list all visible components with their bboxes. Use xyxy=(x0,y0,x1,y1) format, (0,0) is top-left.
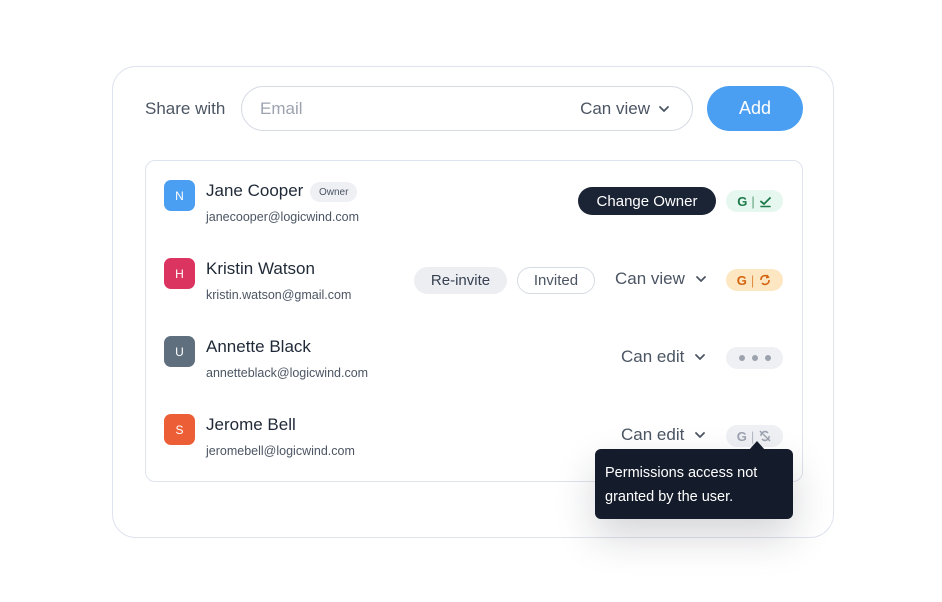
user-name: Jerome Bell xyxy=(206,415,296,434)
chevron-down-icon xyxy=(659,106,669,112)
permission-label: Can edit xyxy=(621,425,685,444)
tooltip-line: granted by the user. xyxy=(605,489,734,505)
email-input[interactable] xyxy=(260,98,540,120)
permission-dropdown[interactable]: Can edit xyxy=(621,347,706,367)
more-dots-icon xyxy=(764,355,771,361)
user-name: Kristin Watson xyxy=(206,259,315,278)
chevron-down-icon xyxy=(695,354,706,360)
avatar: N xyxy=(164,180,195,211)
add-button[interactable]: Add xyxy=(707,86,803,131)
user-email: jeromebell@logicwind.com xyxy=(206,444,355,458)
chevron-down-icon xyxy=(695,432,706,438)
list-item: N Jane Cooper Owner janecooper@logicwind… xyxy=(146,180,802,240)
permission-label: Can edit xyxy=(621,347,685,366)
shared-users-list: N Jane Cooper Owner janecooper@logicwind… xyxy=(145,160,803,482)
google-icon: G xyxy=(737,193,748,209)
more-dots-icon xyxy=(751,355,758,361)
permission-dropdown-label: Can view xyxy=(580,99,650,118)
permission-dropdown[interactable]: Can view xyxy=(615,269,707,289)
change-owner-button[interactable]: Change Owner xyxy=(578,187,716,215)
email-field-container: Can view xyxy=(241,86,693,131)
permission-dropdown[interactable]: Can view xyxy=(580,99,670,119)
list-item: H Kristin Watson kristin.watson@gmail.co… xyxy=(146,258,802,318)
google-icon: G xyxy=(736,428,747,444)
status-badge-pending[interactable]: G | xyxy=(726,269,783,291)
chevron-down-icon xyxy=(696,276,706,282)
more-options-button[interactable] xyxy=(726,347,783,369)
user-name: Jane Cooper xyxy=(206,181,304,200)
invited-badge: Invited xyxy=(517,267,595,294)
divider: | xyxy=(750,272,755,288)
user-email: kristin.watson@gmail.com xyxy=(206,288,352,302)
tooltip-line: Permissions access not xyxy=(605,465,758,481)
share-with-label: Share with xyxy=(145,99,226,118)
user-name: Annette Black xyxy=(206,337,311,356)
avatar: U xyxy=(164,336,195,367)
status-badge-connected[interactable]: G | xyxy=(726,190,783,212)
permission-dropdown[interactable]: Can edit xyxy=(621,425,706,445)
permissions-tooltip: Permissions access not granted by the us… xyxy=(595,449,793,519)
check-icon xyxy=(759,196,771,207)
avatar: H xyxy=(164,258,195,289)
divider: | xyxy=(751,193,755,209)
more-dots-icon xyxy=(738,355,745,361)
list-item: U Annette Black annetteblack@logicwind.c… xyxy=(146,336,802,396)
reinvite-button[interactable]: Re-invite xyxy=(414,267,507,294)
owner-badge: Owner xyxy=(310,182,358,202)
avatar: S xyxy=(164,414,195,445)
google-icon: G xyxy=(736,272,747,288)
permission-label: Can view xyxy=(615,269,685,288)
user-email: janecooper@logicwind.com xyxy=(206,210,360,224)
user-email: annetteblack@logicwind.com xyxy=(206,366,369,380)
sync-icon xyxy=(760,274,771,286)
